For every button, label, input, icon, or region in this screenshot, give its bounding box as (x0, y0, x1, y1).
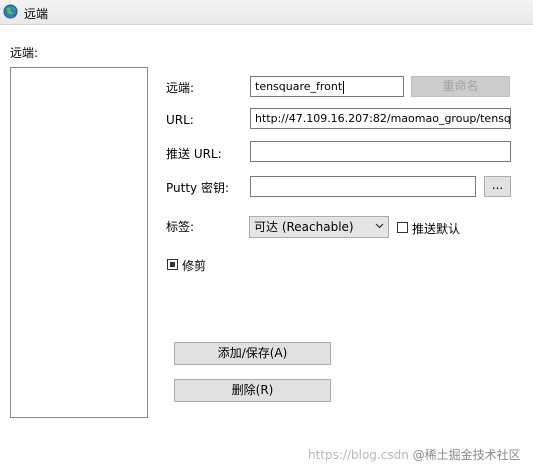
putty-key-input[interactable] (250, 176, 476, 197)
delete-button-label: 删除(R) (231, 383, 274, 397)
chevron-down-icon (375, 223, 384, 229)
watermark: https://blog.csdn @稀土掘金技术社区 (308, 446, 521, 463)
remote-globe-icon (3, 4, 18, 19)
title-bar: 远端 (0, 0, 533, 25)
watermark-brand: @稀土掘金技术社区 (412, 448, 521, 462)
watermark-url: https://blog.csdn (308, 448, 409, 462)
push-default-label: 推送默认 (412, 222, 461, 236)
remote-name-value: tensquare_front (255, 80, 343, 93)
remotes-list-label: 远端: (10, 46, 39, 60)
tag-select[interactable]: 可达 (Reachable) (249, 216, 389, 238)
window-title: 远端 (24, 7, 49, 21)
push-default-checkbox[interactable] (397, 222, 408, 233)
tag-label: 标签: (166, 220, 195, 234)
browse-button-label: ... (491, 178, 504, 192)
remote-name-label: 远端: (166, 81, 195, 95)
url-value: http://47.109.16.207:82/maomao_group/ten… (255, 112, 511, 125)
remote-name-input[interactable]: tensquare_front (250, 76, 404, 97)
text-caret (343, 80, 345, 94)
push-url-input[interactable] (250, 141, 511, 162)
add-save-button-label: 添加/保存(A) (217, 346, 288, 360)
prune-checkbox[interactable] (167, 259, 178, 270)
tag-selected-value: 可达 (Reachable) (254, 220, 354, 234)
browse-putty-key-button[interactable]: ... (484, 176, 511, 197)
rename-button-label: 重命名 (442, 79, 479, 93)
url-label: URL: (166, 113, 194, 127)
rename-button[interactable]: 重命名 (411, 76, 510, 97)
push-url-label: 推送 URL: (166, 147, 222, 161)
delete-button[interactable]: 删除(R) (174, 379, 331, 402)
remotes-list[interactable] (10, 67, 148, 418)
prune-label: 修剪 (182, 259, 207, 273)
putty-key-label: Putty 密钥: (166, 181, 230, 195)
add-save-button[interactable]: 添加/保存(A) (174, 342, 331, 365)
url-input[interactable]: http://47.109.16.207:82/maomao_group/ten… (250, 108, 511, 129)
